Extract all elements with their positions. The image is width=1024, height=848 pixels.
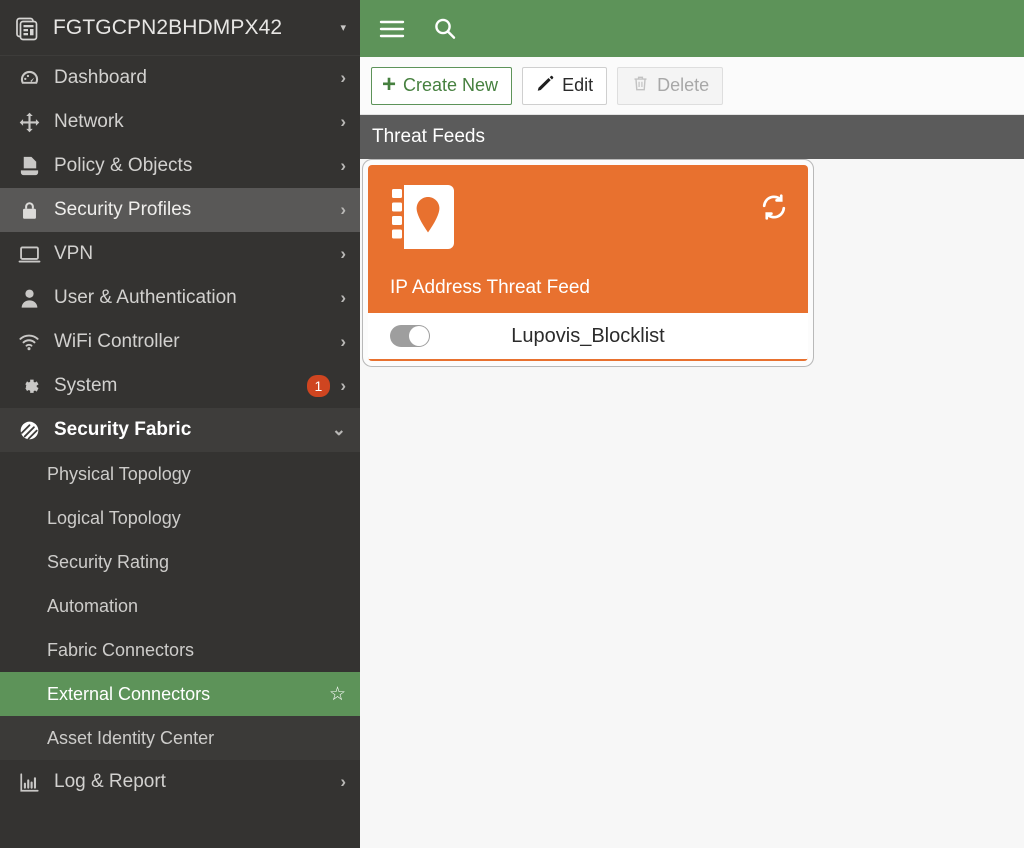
card-footer: Lupovis_Blocklist [368,313,808,361]
sidebar-item-system[interactable]: System 1 › [0,364,360,408]
chevron-right-icon: › [340,112,346,132]
edit-button[interactable]: Edit [522,67,607,105]
sidebar-item-physical-topology[interactable]: Physical Topology [0,452,360,496]
section-header: Threat Feeds [360,115,1024,159]
sidebar-item-label: Security Profiles [54,199,191,221]
sidebar-item-label: WiFi Controller [54,331,180,353]
threat-feed-entry-name: Lupovis_Blocklist [430,325,746,348]
sidebar-item-fabric-connectors[interactable]: Fabric Connectors [0,628,360,672]
top-bar [360,0,1024,57]
sidebar-item-policy-objects[interactable]: Policy & Objects › [0,144,360,188]
pencil-icon [536,74,555,98]
refresh-icon[interactable] [760,193,788,226]
chevron-right-icon: › [340,244,346,264]
chevron-right-icon: › [340,376,346,396]
sidebar-subitem-label: External Connectors [47,684,210,705]
chevron-right-icon: › [340,200,346,220]
sidebar-item-security-rating[interactable]: Security Rating [0,540,360,584]
status-badge: 1 [307,375,331,397]
sidebar-item-label: Log & Report [54,771,166,793]
sidebar-item-network[interactable]: Network › [0,100,360,144]
content-area: IP Address Threat Feed Lupovis_Blocklist [360,159,1024,848]
chevron-down-icon: ⌄ [332,420,346,440]
delete-button[interactable]: Delete [617,67,723,105]
sidebar-item-automation[interactable]: Automation [0,584,360,628]
sidebar-item-label: Security Fabric [54,419,191,441]
sidebar: FGTGCPN2BHDMPX42 ▾ Dashboard › Netwo [0,0,360,848]
network-move-icon [14,111,44,134]
enable-toggle[interactable] [390,325,430,347]
chevron-right-icon: › [340,68,346,88]
card-body: IP Address Threat Feed [368,165,808,313]
policy-document-icon [14,155,44,178]
section-title: Threat Feeds [372,126,485,148]
action-toolbar: + Create New Edit [360,57,1024,115]
sidebar-item-log-report[interactable]: Log & Report › [0,760,360,804]
fabric-icon [14,419,44,442]
chevron-right-icon: › [340,156,346,176]
sidebar-item-security-fabric[interactable]: Security Fabric ⌄ [0,408,360,452]
sidebar-subitem-label: Security Rating [47,552,169,573]
threat-feed-card-wrapper: IP Address Threat Feed Lupovis_Blocklist [368,165,808,361]
edit-label: Edit [562,75,593,96]
monitor-icon [14,243,44,266]
address-book-location-icon [390,240,456,257]
gear-icon [14,375,44,398]
sidebar-item-user-authentication[interactable]: User & Authentication › [0,276,360,320]
sidebar-item-logical-topology[interactable]: Logical Topology [0,496,360,540]
bar-chart-icon [14,771,44,794]
sidebar-item-dashboard[interactable]: Dashboard › [0,56,360,100]
device-name: FGTGCPN2BHDMPX42 [53,16,282,40]
sidebar-item-label: Network [54,111,124,133]
sidebar-subitem-label: Automation [47,596,138,617]
dashboard-icon [14,67,44,90]
sidebar-subitem-label: Asset Identity Center [47,728,214,749]
sidebar-item-vpn[interactable]: VPN › [0,232,360,276]
sidebar-item-label: Policy & Objects [54,155,192,177]
search-icon[interactable] [432,16,458,42]
sidebar-item-security-profiles[interactable]: Security Profiles › [0,188,360,232]
main-area: + Create New Edit [360,0,1024,848]
sidebar-item-label: System [54,375,117,397]
plus-icon: + [382,77,396,94]
sidebar-item-label: VPN [54,243,93,265]
create-new-label: Create New [403,75,498,96]
sidebar-subitem-label: Fabric Connectors [47,640,194,661]
wifi-icon [14,331,44,353]
sidebar-subitem-label: Logical Topology [47,508,181,529]
user-icon [14,287,44,310]
sidebar-item-external-connectors[interactable]: External Connectors ☆ [0,672,360,716]
sidebar-item-wifi-controller[interactable]: WiFi Controller › [0,320,360,364]
chevron-right-icon: › [340,288,346,308]
sidebar-item-label: Dashboard [54,67,147,89]
device-stack-icon [14,15,44,41]
chevron-right-icon: › [340,332,346,352]
toggle-knob [409,326,429,346]
create-new-button[interactable]: + Create New [371,67,512,105]
threat-feed-card[interactable]: IP Address Threat Feed Lupovis_Blocklist [368,165,808,361]
hamburger-menu-icon[interactable] [378,18,406,40]
trash-icon [631,74,650,98]
sidebar-item-label: User & Authentication [54,287,237,309]
sidebar-subitem-label: Physical Topology [47,464,191,485]
chevron-down-icon[interactable]: ▾ [340,21,346,34]
delete-label: Delete [657,75,709,96]
sidebar-item-asset-identity-center[interactable]: Asset Identity Center [0,716,360,760]
lock-icon [14,199,44,222]
card-title: IP Address Threat Feed [390,277,590,299]
device-selector[interactable]: FGTGCPN2BHDMPX42 ▾ [0,0,360,56]
fortigate-app-window: FGTGCPN2BHDMPX42 ▾ Dashboard › Netwo [0,0,1024,848]
star-favorite-icon[interactable]: ☆ [329,683,346,706]
chevron-right-icon: › [340,772,346,792]
